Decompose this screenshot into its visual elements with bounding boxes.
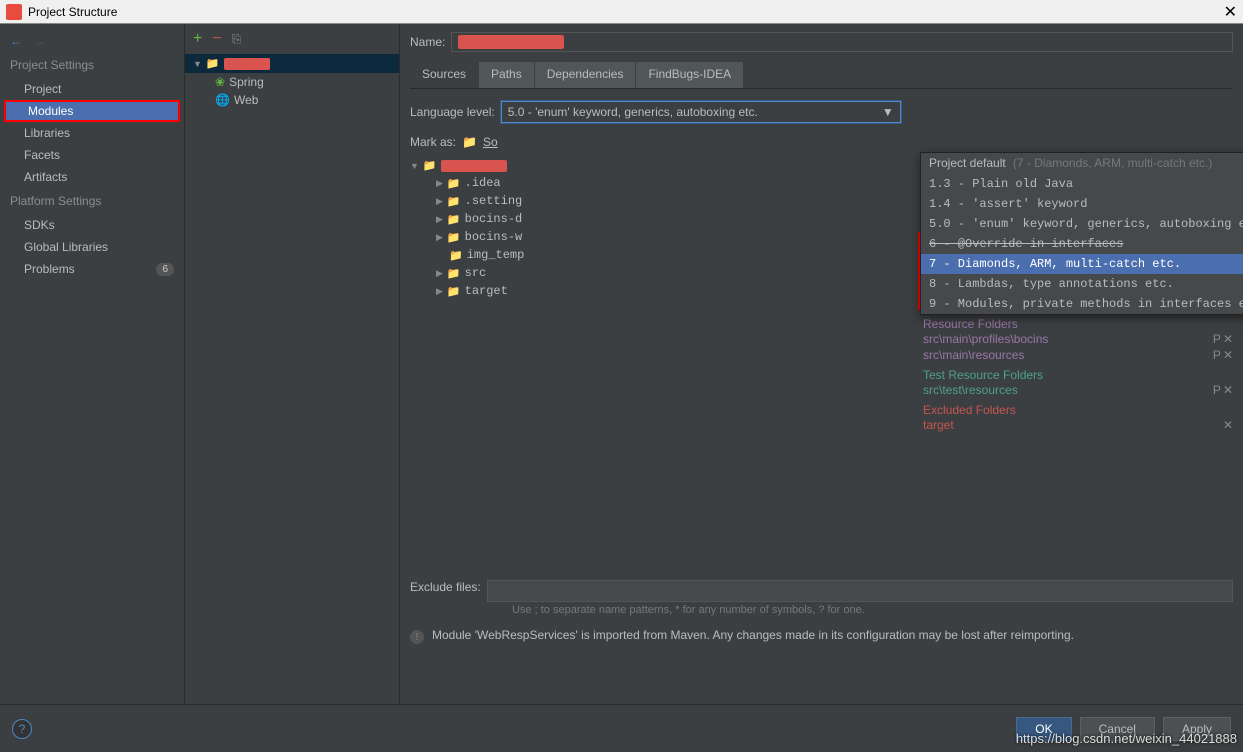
nav-problems[interactable]: Problems 6	[0, 258, 184, 280]
facet-web[interactable]: 🌐 Web	[185, 91, 399, 109]
spring-icon: ❀	[215, 75, 225, 89]
res-path-1[interactable]: src\main\resourcesP✕	[923, 347, 1233, 363]
window-title: Project Structure	[28, 5, 117, 19]
problems-badge: 6	[156, 263, 174, 276]
nav-sdks[interactable]: SDKs	[0, 214, 184, 236]
web-icon: 🌐	[215, 93, 230, 107]
nav-facets[interactable]: Facets	[0, 144, 184, 166]
facet-web-label: Web	[234, 93, 258, 107]
testres-path[interactable]: src\test\resourcesP✕	[923, 382, 1233, 398]
module-name-redacted: x	[224, 58, 270, 70]
exclude-files-input[interactable]	[487, 580, 1233, 602]
exclude-files-label: Exclude files:	[410, 580, 481, 602]
module-tree: + − ⎘ ▼ 📁 x ❀ Spring 🌐 Web	[185, 24, 400, 704]
dd-1-3[interactable]: 1.3 - Plain old Java	[921, 174, 1243, 194]
nav-global-libraries[interactable]: Global Libraries	[0, 236, 184, 258]
dd-7[interactable]: 7 - Diamonds, ARM, multi-catch etc.	[921, 254, 1243, 274]
tab-paths[interactable]: Paths	[479, 62, 535, 88]
folder-icon: 📁	[423, 159, 437, 172]
dd-8[interactable]: 8 - Lambdas, type annotations etc.	[921, 274, 1243, 294]
dd-6[interactable]: 6 - @Override in interfaces	[921, 234, 1243, 254]
nav-artifacts[interactable]: Artifacts	[0, 166, 184, 188]
help-icon[interactable]: ?	[12, 719, 32, 739]
content-panel: Name: x Sources Paths Dependencies FindB…	[400, 24, 1243, 704]
nav-heading-project: Project Settings	[0, 52, 184, 78]
expand-icon[interactable]: ▼	[410, 161, 419, 171]
name-label: Name:	[410, 35, 445, 49]
nav-heading-platform: Platform Settings	[0, 188, 184, 214]
titlebar: Project Structure ✕	[0, 0, 1243, 24]
copy-icon[interactable]: ⎘	[232, 32, 242, 47]
tab-dependencies[interactable]: Dependencies	[535, 62, 637, 88]
language-level-value: 5.0 - 'enum' keyword, generics, autoboxi…	[508, 105, 758, 119]
tab-sources[interactable]: Sources	[410, 62, 479, 88]
test-resource-folders-hdr: Test Resource Folders	[923, 363, 1233, 382]
excl-path[interactable]: target✕	[923, 417, 1233, 433]
nav-libraries[interactable]: Libraries	[0, 122, 184, 144]
forward-icon: →	[34, 34, 46, 48]
nav-modules[interactable]: Modules	[4, 100, 180, 122]
dd-project-default[interactable]: Project default (7 - Diamonds, ARM, mult…	[921, 153, 1243, 174]
app-icon	[6, 4, 22, 20]
nav-project[interactable]: Project	[0, 78, 184, 100]
add-icon[interactable]: +	[193, 30, 202, 48]
language-level-label: Language level:	[410, 105, 495, 119]
back-icon[interactable]: ←	[10, 34, 22, 48]
res-path-0[interactable]: src\main\profiles\bocinsP✕	[923, 331, 1233, 347]
remove-icon[interactable]: −	[212, 30, 221, 48]
facet-spring[interactable]: ❀ Spring	[185, 73, 399, 91]
excluded-folders-hdr: Excluded Folders	[923, 398, 1233, 417]
watermark: https://blog.csdn.net/weixin_44021888	[1016, 731, 1237, 746]
expand-icon[interactable]: ▼	[193, 59, 202, 69]
close-icon[interactable]: ✕	[1224, 2, 1237, 22]
name-field[interactable]: x	[451, 32, 1233, 52]
warning-text: Module 'WebRespServices' is imported fro…	[432, 628, 1074, 642]
module-root[interactable]: ▼ 📁 x	[185, 54, 399, 73]
mark-as-label: Mark as:	[410, 135, 456, 149]
language-level-dropdown[interactable]: Project default (7 - Diamonds, ARM, mult…	[920, 152, 1243, 315]
facet-spring-label: Spring	[229, 75, 264, 89]
warning-icon: !	[410, 630, 424, 644]
module-icon: 📁	[206, 57, 220, 70]
dd-5-0[interactable]: 5.0 - 'enum' keyword, generics, autoboxi…	[921, 214, 1243, 234]
exclude-hint: Use ; to separate name patterns, * for a…	[512, 604, 1233, 616]
chevron-down-icon: ▼	[882, 105, 894, 119]
root-path-redacted: x	[441, 160, 507, 172]
name-redacted: x	[458, 35, 564, 49]
dd-1-4[interactable]: 1.4 - 'assert' keyword	[921, 194, 1243, 214]
warning-row: ! Module 'WebRespServices' is imported f…	[410, 628, 1233, 644]
nav-arrows: ← →	[0, 30, 184, 52]
language-level-select[interactable]: 5.0 - 'enum' keyword, generics, autoboxi…	[501, 101, 901, 123]
sources-mark-label[interactable]: So	[483, 135, 498, 149]
tab-findbugs[interactable]: FindBugs-IDEA	[636, 62, 744, 88]
tabs: Sources Paths Dependencies FindBugs-IDEA	[410, 62, 1233, 89]
sources-mark-icon[interactable]: 📁	[462, 135, 477, 149]
nav-problems-label: Problems	[24, 262, 75, 276]
left-nav: ← → Project Settings Project Modules Lib…	[0, 24, 185, 704]
dd-9[interactable]: 9 - Modules, private methods in interfac…	[921, 294, 1243, 314]
